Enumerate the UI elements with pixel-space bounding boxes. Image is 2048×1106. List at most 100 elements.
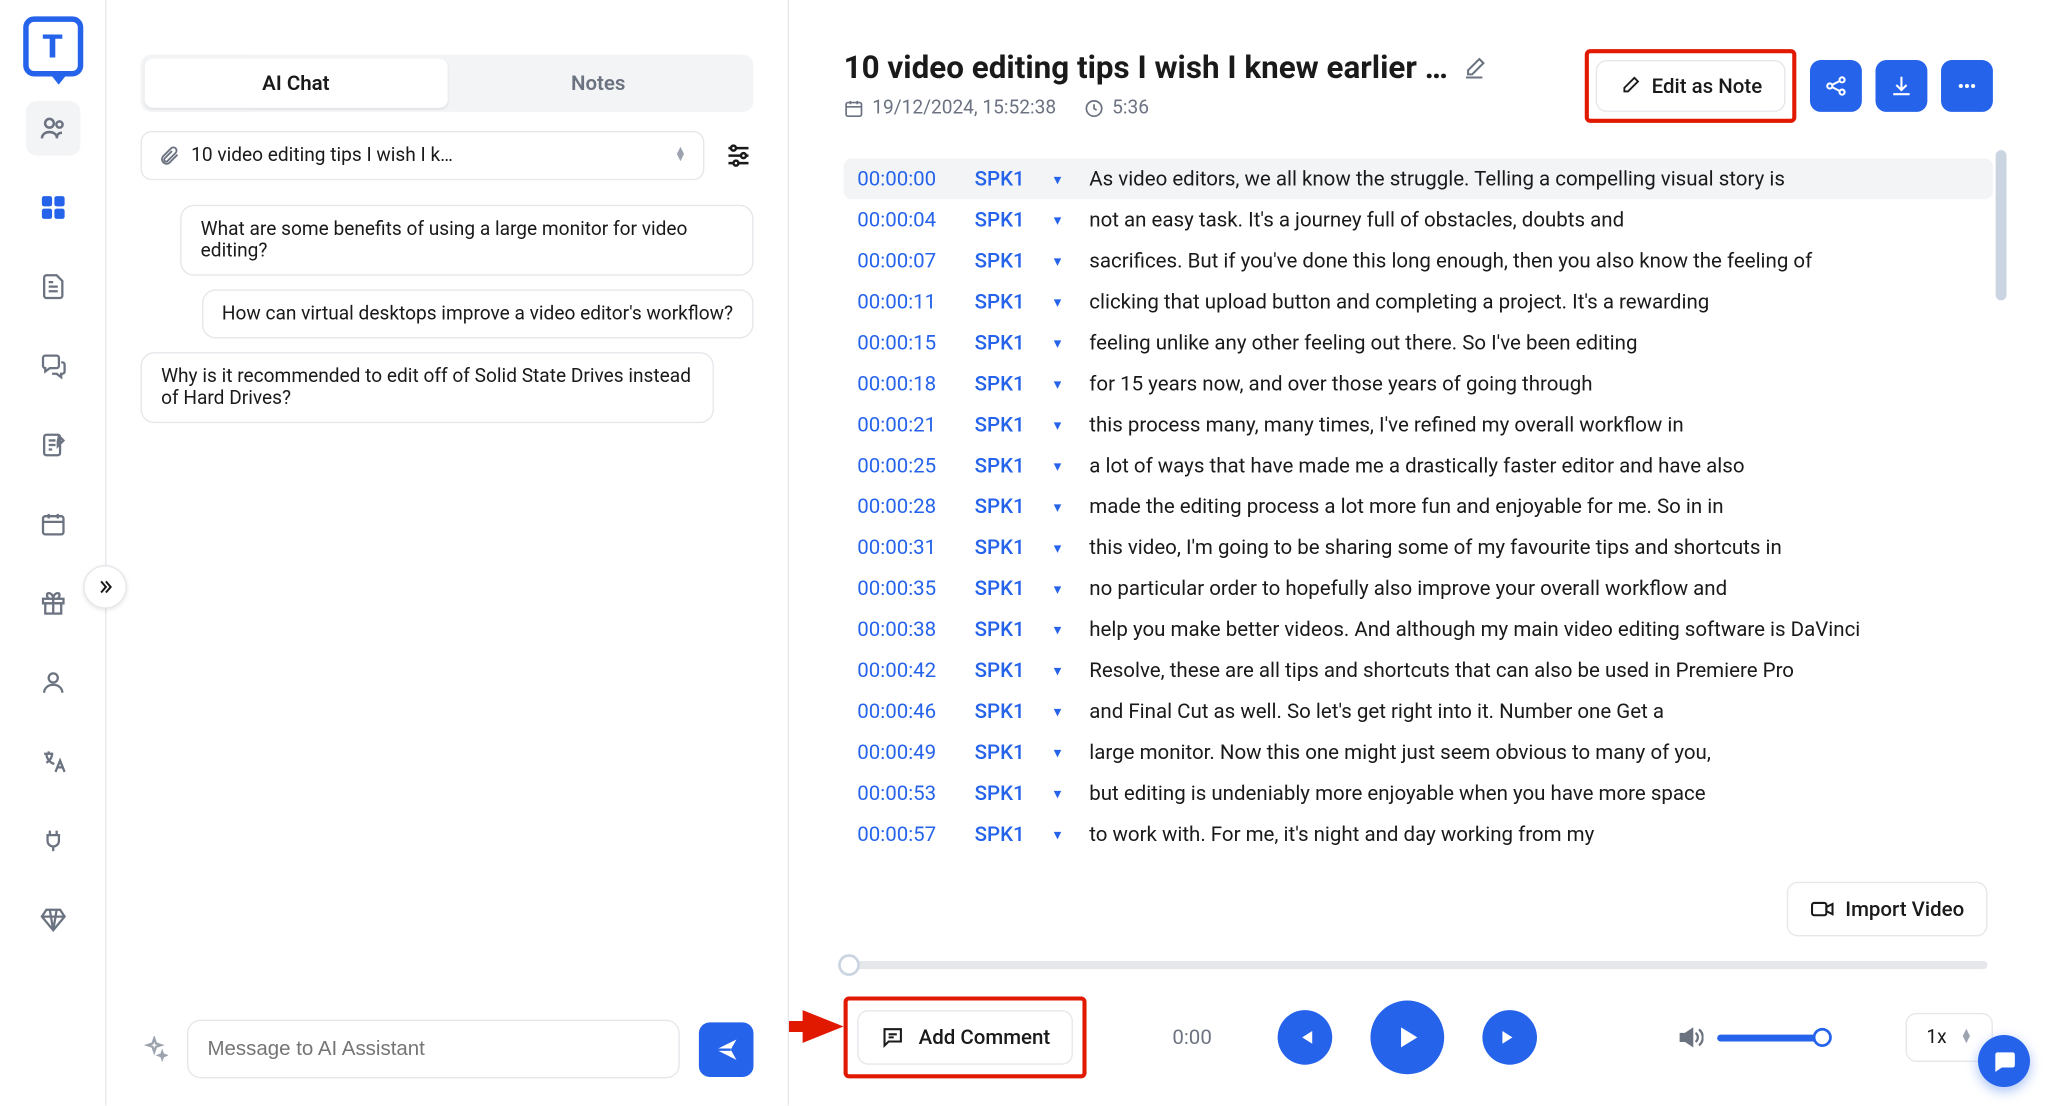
chevron-down-icon[interactable]: ▾	[1054, 784, 1073, 802]
chevron-down-icon[interactable]: ▾	[1054, 498, 1073, 516]
speaker-label[interactable]: SPK1	[975, 740, 1038, 765]
speaker-label[interactable]: SPK1	[975, 699, 1038, 724]
file-selector[interactable]: 10 video editing tips I wish I k… ▲▼	[141, 131, 705, 180]
transcript-row[interactable]: 00:00:31SPK1▾this video, I'm going to be…	[844, 527, 1993, 568]
timestamp[interactable]: 00:00:35	[857, 576, 958, 601]
dashboard-icon[interactable]	[25, 180, 80, 235]
speaker-label[interactable]: SPK1	[975, 167, 1038, 192]
transcript-row[interactable]: 00:00:21SPK1▾this process many, many tim…	[844, 404, 1993, 445]
timestamp[interactable]: 00:00:04	[857, 207, 958, 232]
chevron-down-icon[interactable]: ▾	[1054, 416, 1073, 434]
expand-sidebar-button[interactable]	[83, 565, 127, 609]
chevron-down-icon[interactable]: ▾	[1054, 702, 1073, 720]
transcript-row[interactable]: 00:00:18SPK1▾for 15 years now, and over …	[844, 363, 1993, 404]
chevron-down-icon[interactable]: ▾	[1054, 170, 1073, 188]
speaker-label[interactable]: SPK1	[975, 494, 1038, 519]
scrollbar-indicator[interactable]	[1996, 150, 2007, 300]
speaker-label[interactable]: SPK1	[975, 248, 1038, 273]
chat-input[interactable]	[187, 1020, 680, 1079]
transcript-row[interactable]: 00:00:49SPK1▾large monitor. Now this one…	[844, 732, 1993, 773]
timestamp[interactable]: 00:00:07	[857, 248, 958, 273]
transcript-row[interactable]: 00:00:38SPK1▾help you make better videos…	[844, 609, 1993, 650]
import-video-button[interactable]: Import Video	[1787, 882, 1988, 937]
timestamp[interactable]: 00:00:38	[857, 617, 958, 642]
diamond-icon[interactable]	[25, 893, 80, 948]
transcript-row[interactable]: 00:00:00SPK1▾As video editors, we all kn…	[844, 158, 1993, 199]
chevron-down-icon[interactable]: ▾	[1054, 293, 1073, 311]
share-button[interactable]	[1810, 60, 1862, 112]
sparkle-icon[interactable]	[141, 1035, 168, 1062]
transcript-row[interactable]: 00:00:46SPK1▾and Final Cut as well. So l…	[844, 691, 1993, 732]
speaker-label[interactable]: SPK1	[975, 658, 1038, 683]
timestamp[interactable]: 00:00:57	[857, 822, 958, 847]
download-button[interactable]	[1876, 60, 1928, 112]
help-chat-button[interactable]	[1978, 1035, 2030, 1087]
speaker-label[interactable]: SPK1	[975, 822, 1038, 847]
transcript-row[interactable]: 00:00:11SPK1▾clicking that upload button…	[844, 281, 1993, 322]
timestamp[interactable]: 00:00:28	[857, 494, 958, 519]
edit-as-note-button[interactable]: Edit as Note	[1596, 60, 1786, 112]
document-icon[interactable]	[25, 259, 80, 314]
chevron-down-icon[interactable]: ▾	[1054, 334, 1073, 352]
chat-icon[interactable]	[25, 339, 80, 394]
chevron-down-icon[interactable]: ▾	[1054, 211, 1073, 229]
timestamp[interactable]: 00:00:25	[857, 453, 958, 478]
timestamp[interactable]: 00:00:49	[857, 740, 958, 765]
suggestion-chip[interactable]: What are some benefits of using a large …	[180, 205, 753, 276]
transcript-row[interactable]: 00:00:42SPK1▾Resolve, these are all tips…	[844, 650, 1993, 691]
chevron-down-icon[interactable]: ▾	[1054, 661, 1073, 679]
transcript-row[interactable]: 00:00:53SPK1▾but editing is undeniably m…	[844, 773, 1993, 814]
timestamp[interactable]: 00:00:31	[857, 535, 958, 560]
chevron-down-icon[interactable]: ▾	[1054, 375, 1073, 393]
speaker-label[interactable]: SPK1	[975, 289, 1038, 314]
more-button[interactable]	[1941, 60, 1993, 112]
timestamp[interactable]: 00:00:21	[857, 412, 958, 437]
speaker-label[interactable]: SPK1	[975, 330, 1038, 355]
gift-icon[interactable]	[25, 576, 80, 631]
transcript-row[interactable]: 00:00:25SPK1▾a lot of ways that have mad…	[844, 445, 1993, 486]
suggestion-chip[interactable]: How can virtual desktops improve a video…	[201, 289, 753, 338]
people-icon[interactable]	[25, 101, 80, 156]
speaker-label[interactable]: SPK1	[975, 207, 1038, 232]
chevron-down-icon[interactable]: ▾	[1054, 825, 1073, 843]
play-button[interactable]	[1370, 1001, 1444, 1075]
volume-slider[interactable]	[1718, 1034, 1824, 1041]
calendar-icon[interactable]	[25, 497, 80, 552]
transcript-row[interactable]: 00:00:15SPK1▾feeling unlike any other fe…	[844, 322, 1993, 363]
send-button[interactable]	[699, 1022, 754, 1077]
speaker-label[interactable]: SPK1	[975, 412, 1038, 437]
transcript-row[interactable]: 00:00:28SPK1▾made the editing process a …	[844, 486, 1993, 527]
app-logo[interactable]: T	[23, 16, 83, 76]
transcript-row[interactable]: 00:00:04SPK1▾not an easy task. It's a jo…	[844, 199, 1993, 240]
user-icon[interactable]	[25, 655, 80, 710]
progress-bar[interactable]	[844, 961, 1988, 969]
edit-title-icon[interactable]	[1462, 55, 1487, 80]
progress-thumb[interactable]	[838, 954, 860, 976]
notes-icon[interactable]	[25, 418, 80, 473]
volume-icon[interactable]	[1677, 1024, 1704, 1051]
speaker-label[interactable]: SPK1	[975, 617, 1038, 642]
timestamp[interactable]: 00:00:00	[857, 167, 958, 192]
timestamp[interactable]: 00:00:53	[857, 781, 958, 806]
chevron-down-icon[interactable]: ▾	[1054, 579, 1073, 597]
chevron-down-icon[interactable]: ▾	[1054, 457, 1073, 475]
settings-sliders-icon[interactable]	[723, 141, 753, 171]
chevron-down-icon[interactable]: ▾	[1054, 743, 1073, 761]
timestamp[interactable]: 00:00:11	[857, 289, 958, 314]
transcript-row[interactable]: 00:00:57SPK1▾to work with. For me, it's …	[844, 814, 1993, 855]
next-button[interactable]	[1482, 1010, 1537, 1065]
chevron-down-icon[interactable]: ▾	[1054, 620, 1073, 638]
tab-ai-chat[interactable]: AI Chat	[145, 59, 447, 108]
speaker-label[interactable]: SPK1	[975, 781, 1038, 806]
suggestion-chip[interactable]: Why is it recommended to edit off of Sol…	[141, 352, 714, 423]
add-comment-button[interactable]: Add Comment	[857, 1010, 1073, 1065]
transcript-row[interactable]: 00:00:35SPK1▾no particular order to hope…	[844, 568, 1993, 609]
translate-icon[interactable]	[25, 734, 80, 789]
prev-button[interactable]	[1277, 1010, 1332, 1065]
tab-notes[interactable]: Notes	[447, 59, 749, 108]
chevron-down-icon[interactable]: ▾	[1054, 538, 1073, 556]
timestamp[interactable]: 00:00:42	[857, 658, 958, 683]
speaker-label[interactable]: SPK1	[975, 453, 1038, 478]
speaker-label[interactable]: SPK1	[975, 371, 1038, 396]
timestamp[interactable]: 00:00:46	[857, 699, 958, 724]
